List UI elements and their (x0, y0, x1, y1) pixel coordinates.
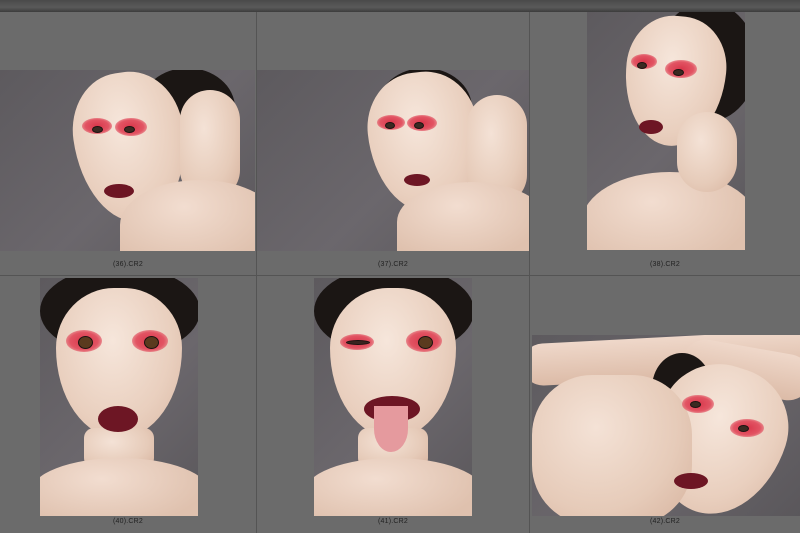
thumbnail-caption: (38).CR2 (650, 261, 680, 268)
thumbnail-cell-41[interactable]: (41).CR2 (257, 276, 530, 533)
thumbnail-cell-36[interactable]: (36).CR2 (0, 12, 257, 276)
thumbnail-caption: (42).CR2 (650, 518, 680, 525)
photo-thumbnail[interactable] (40, 278, 198, 516)
photo-thumbnail[interactable] (0, 70, 255, 251)
photo-thumbnail[interactable] (587, 12, 745, 250)
thumbnail-cell-38[interactable]: (38).CR2 (530, 12, 800, 276)
thumbnail-caption: (37).CR2 (378, 261, 408, 268)
thumbnail-caption: (41).CR2 (378, 518, 408, 525)
thumbnail-cell-42[interactable]: (42).CR2 (530, 276, 800, 533)
thumbnail-cell-40[interactable]: (40).CR2 (0, 276, 257, 533)
thumbnail-grid: (36).CR2 (37).CR2 (38).CR2 (40).CR2 (41)… (0, 12, 800, 533)
thumbnail-cell-37[interactable]: (37).CR2 (257, 12, 530, 276)
photo-thumbnail[interactable] (257, 70, 529, 251)
thumbnail-caption: (40).CR2 (113, 518, 143, 525)
thumbnail-caption: (36).CR2 (113, 261, 143, 268)
photo-thumbnail[interactable] (532, 335, 800, 516)
photo-thumbnail[interactable] (314, 278, 472, 516)
